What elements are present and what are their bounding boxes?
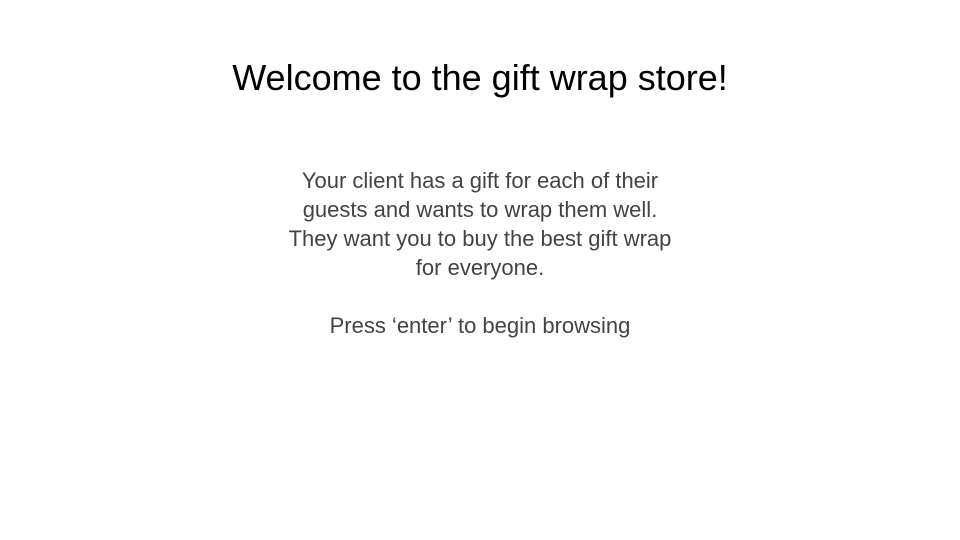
description-paragraph: Your client has a gift for each of their… xyxy=(260,166,700,282)
welcome-slide: Welcome to the gift wrap store! Your cli… xyxy=(0,0,960,540)
description-line: They want you to buy the best gift wrap xyxy=(288,226,672,251)
description-line: guests and wants to wrap them well. xyxy=(302,197,658,222)
begin-instruction: Press ‘enter’ to begin browsing xyxy=(329,313,631,338)
page-title: Welcome to the gift wrap store! xyxy=(232,57,728,98)
description-line: for everyone. xyxy=(415,255,545,280)
description-line: Your client has a gift for each of their xyxy=(301,168,659,193)
intro-text-block: Your client has a gift for each of their… xyxy=(260,166,700,340)
